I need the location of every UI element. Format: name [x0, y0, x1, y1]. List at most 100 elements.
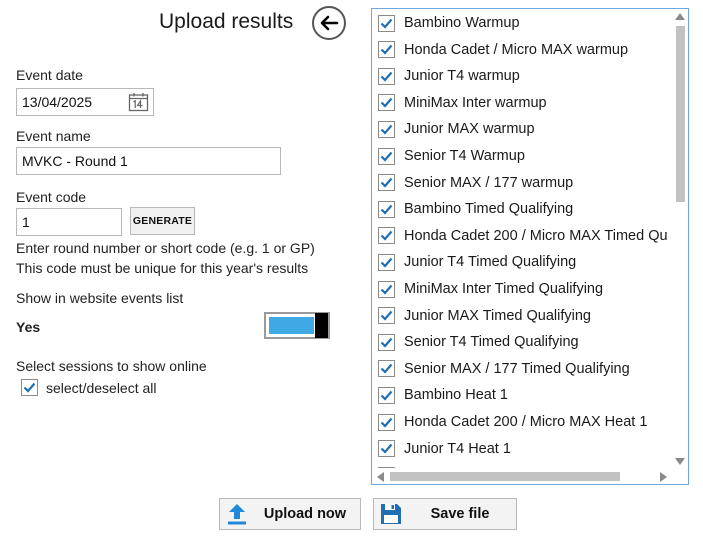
- session-checkbox[interactable]: [378, 147, 395, 165]
- event-name-field[interactable]: MVKC - Round 1: [16, 147, 281, 175]
- checkmark-icon: [380, 71, 393, 82]
- session-list-item[interactable]: Bambino Warmup: [378, 10, 520, 36]
- checkmark-icon: [380, 177, 393, 188]
- checkmark-icon: [380, 204, 393, 215]
- arrow-left-icon: [320, 15, 339, 31]
- checkmark-icon: [380, 390, 393, 401]
- session-list-item[interactable]: Junior T4 Timed Qualifying: [378, 249, 576, 275]
- session-label: Honda Cadet / Micro MAX warmup: [404, 41, 629, 58]
- session-checkbox[interactable]: [378, 253, 395, 271]
- session-list-item[interactable]: Senior MAX / 177 warmup: [378, 170, 573, 196]
- sessions-label: Select sessions to show online: [16, 358, 207, 374]
- session-label: Senior T4 Warmup: [404, 148, 525, 164]
- scroll-left-icon[interactable]: [376, 472, 384, 482]
- session-checkbox[interactable]: [378, 280, 395, 298]
- code-hint-line-1: Enter round number or short code (e.g. 1…: [16, 240, 315, 256]
- session-label: Senior MAX / 177 Timed Qualifying: [404, 360, 630, 377]
- floppy-disk-icon: [378, 501, 404, 527]
- select-all-row[interactable]: select/deselect all: [21, 379, 157, 396]
- horizontal-scroll-thumb[interactable]: [390, 472, 620, 481]
- checkmark-icon: [380, 310, 393, 321]
- session-checkbox[interactable]: [378, 333, 395, 351]
- session-checkbox[interactable]: [378, 67, 395, 85]
- checkmark-icon: [380, 151, 393, 162]
- session-label: MiniMax Inter warmup: [404, 94, 547, 111]
- horizontal-scrollbar[interactable]: [372, 468, 672, 484]
- vertical-scrollbar[interactable]: [672, 9, 688, 469]
- checkmark-icon: [380, 98, 393, 108]
- session-label: Bambino Heat 1: [404, 387, 508, 404]
- session-checkbox[interactable]: [378, 227, 395, 245]
- event-name-label: Event name: [16, 128, 91, 144]
- session-list-item[interactable]: Junior MAX Timed Qualifying: [378, 303, 591, 329]
- session-list-item[interactable]: Junior MAX warmup: [378, 116, 535, 142]
- calendar-icon[interactable]: [128, 92, 149, 112]
- scroll-down-icon[interactable]: [675, 458, 685, 466]
- session-label: MiniMax Inter Timed Qualifying: [404, 281, 604, 297]
- back-button[interactable]: [312, 6, 346, 40]
- session-checkbox[interactable]: [378, 413, 395, 431]
- session-checkbox[interactable]: [378, 307, 395, 325]
- toggle-thumb[interactable]: [315, 313, 328, 338]
- checkmark-icon: [380, 364, 393, 374]
- event-name-value: MVKC - Round 1: [22, 153, 128, 169]
- scroll-up-icon[interactable]: [675, 12, 685, 20]
- generate-button[interactable]: GENERATE: [130, 207, 195, 235]
- session-list-item[interactable]: Bambino Heat 1: [378, 382, 508, 408]
- session-list-item[interactable]: Honda Cadet 200 / Micro MAX Heat 1: [378, 409, 647, 435]
- session-list-item[interactable]: Senior MAX / 177 Timed Qualifying: [378, 356, 630, 382]
- session-list-item[interactable]: MiniMax Inter Timed Qualifying: [378, 276, 603, 302]
- event-code-field[interactable]: 1: [16, 208, 122, 236]
- event-code-label: Event code: [16, 189, 87, 205]
- show-events-toggle[interactable]: [264, 312, 330, 339]
- event-date-field[interactable]: 13/04/2025: [16, 88, 154, 116]
- checkmark-icon: [380, 124, 393, 135]
- session-list-item[interactable]: Honda Cadet 200 / Micro MAX Timed Qu: [378, 223, 668, 249]
- session-label: Bambino Warmup: [404, 15, 520, 31]
- session-list-item[interactable]: Junior T4 Heat 1: [378, 436, 511, 462]
- checkmark-icon: [380, 443, 393, 454]
- session-label: Junior MAX Timed Qualifying: [404, 307, 591, 324]
- scroll-right-icon[interactable]: [660, 472, 668, 482]
- session-checkbox[interactable]: [378, 174, 395, 192]
- session-label: Junior MAX warmup: [404, 121, 535, 138]
- checkmark-icon: [380, 337, 393, 348]
- session-label: Junior T4 warmup: [404, 68, 520, 85]
- vertical-scroll-thumb[interactable]: [676, 26, 685, 202]
- code-hint-line-2: This code must be unique for this year's…: [16, 260, 309, 276]
- session-checkbox[interactable]: [378, 360, 395, 378]
- show-events-value: Yes: [16, 319, 41, 335]
- checkmark-icon: [23, 382, 36, 393]
- select-all-checkbox[interactable]: [21, 379, 38, 396]
- checkmark-icon: [380, 44, 393, 55]
- checkmark-icon: [380, 417, 393, 428]
- session-checkbox[interactable]: [378, 14, 395, 32]
- session-checkbox[interactable]: [378, 94, 395, 112]
- session-checkbox[interactable]: [378, 120, 395, 138]
- session-list-item[interactable]: Senior T4 Timed Qualifying: [378, 329, 579, 355]
- session-list-item[interactable]: Senior T4 Warmup: [378, 143, 525, 169]
- session-list-item[interactable]: Junior T4 warmup: [378, 63, 520, 89]
- session-checkbox[interactable]: [378, 200, 395, 218]
- session-checkbox[interactable]: [378, 386, 395, 404]
- session-list-item[interactable]: MiniMax Inter warmup: [378, 90, 547, 116]
- upload-now-label: Upload now: [263, 506, 347, 522]
- session-label: Senior MAX / 177 warmup: [404, 174, 574, 191]
- event-date-value: 13/04/2025: [22, 94, 93, 110]
- session-list-item[interactable]: Bambino Timed Qualifying: [378, 196, 573, 222]
- sessions-list[interactable]: Bambino Warmup Honda Cadet / Micro MAX wa…: [371, 8, 689, 485]
- upload-icon: [224, 501, 250, 527]
- checkmark-icon: [380, 284, 393, 295]
- show-events-label: Show in website events list: [16, 290, 184, 306]
- upload-now-button[interactable]: Upload now: [219, 498, 361, 530]
- session-checkbox[interactable]: [378, 41, 395, 59]
- event-code-value: 1: [22, 214, 30, 230]
- session-label: Senior T4 Timed Qualifying: [404, 334, 579, 351]
- scrollbar-corner: [672, 468, 688, 484]
- save-file-button[interactable]: Save file: [373, 498, 517, 530]
- session-checkbox[interactable]: [378, 440, 395, 458]
- select-all-label: select/deselect all: [46, 379, 157, 396]
- checkmark-icon: [380, 18, 393, 29]
- session-list-item[interactable]: Honda Cadet / Micro MAX warmup: [378, 37, 628, 63]
- toggle-track-fill: [269, 317, 314, 334]
